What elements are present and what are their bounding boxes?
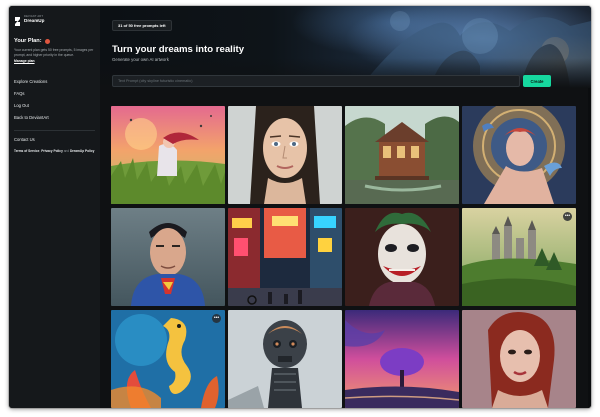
gallery-image-robot[interactable] xyxy=(228,310,342,408)
image-art xyxy=(462,106,576,204)
dreamup-window: DEVIANT ART DreamUp Your Plan: Your curr… xyxy=(9,6,591,408)
image-art xyxy=(345,106,459,204)
legal-links: Terms of Service, Privacy Policy and Dre… xyxy=(14,148,95,153)
text-prompt-input[interactable] xyxy=(112,75,520,87)
gallery-image-woman-red-hair[interactable] xyxy=(462,310,576,408)
gallery-image-castle-on-hill[interactable]: ••• xyxy=(462,208,576,306)
hero-subtitle: Generate your own AI artwork xyxy=(112,57,169,62)
page-scrollbar[interactable] xyxy=(588,88,591,408)
contact-us-link[interactable]: Contact Us xyxy=(14,137,95,142)
gallery-image-seahorse[interactable]: ••• xyxy=(111,310,225,408)
gallery-grid: ••• ••• xyxy=(111,106,578,408)
hero-banner: 31 of 50 free prompts left Turn your dre… xyxy=(100,6,591,88)
legal-and: and xyxy=(63,148,70,153)
sidebar-divider xyxy=(14,129,95,131)
sidebar-nav: Explore Creations FAQs Log Out Back to D… xyxy=(14,76,95,124)
privacy-policy-link[interactable]: Privacy Policy xyxy=(41,149,63,153)
more-options-icon[interactable]: ••• xyxy=(563,212,572,221)
image-art xyxy=(228,208,342,306)
prompts-left-badge: 31 of 50 free prompts left xyxy=(112,20,172,31)
image-art xyxy=(111,106,225,204)
image-art xyxy=(228,106,342,204)
image-art xyxy=(345,208,459,306)
brand-logo[interactable]: DEVIANT ART DreamUp xyxy=(14,15,95,26)
gallery-image-joker[interactable] xyxy=(345,208,459,306)
plan-title: Your Plan: xyxy=(14,38,42,44)
sidebar: DEVIANT ART DreamUp Your Plan: Your curr… xyxy=(9,6,100,408)
nav-item-faqs[interactable]: FAQs xyxy=(14,88,95,100)
nav-item-log-out[interactable]: Log Out xyxy=(14,100,95,112)
gallery-image-girl-in-cornfield[interactable] xyxy=(111,106,225,204)
terms-of-service-link[interactable]: Terms of Service xyxy=(14,149,39,153)
image-art xyxy=(462,208,576,306)
manage-plan-link[interactable]: Manage plan xyxy=(14,59,94,64)
prompt-bar: Create xyxy=(112,75,551,87)
image-art xyxy=(228,310,342,408)
hero-title: Turn your dreams into reality xyxy=(112,44,245,55)
nav-item-back-to-deviantart[interactable]: Back to DeviantArt xyxy=(14,112,95,124)
dreamup-policy-link[interactable]: DreamUp Policy xyxy=(70,149,94,153)
gallery-image-woman-portrait[interactable] xyxy=(228,106,342,204)
deviantart-logo-icon xyxy=(15,17,20,26)
more-options-icon[interactable]: ••• xyxy=(212,314,221,323)
brand-name: DreamUp xyxy=(24,17,45,23)
image-art xyxy=(111,208,225,306)
image-art xyxy=(111,310,225,408)
gallery-image-woman-with-birds[interactable] xyxy=(462,106,576,204)
plan-description: Your current plan gets 50 free prompts, … xyxy=(14,48,94,64)
gallery-image-neon-street[interactable] xyxy=(228,208,342,306)
nav-item-explore-creations[interactable]: Explore Creations xyxy=(14,76,95,88)
image-art xyxy=(345,310,459,408)
plan-description-text: Your current plan gets 50 free prompts, … xyxy=(14,48,94,57)
gallery-image-carousel-house[interactable] xyxy=(345,106,459,204)
plan-badge-icon xyxy=(44,38,50,44)
gallery-image-pink-sky-tree[interactable] xyxy=(345,310,459,408)
create-button[interactable]: Create xyxy=(523,75,551,87)
image-art xyxy=(462,310,576,408)
gallery-image-superman[interactable] xyxy=(111,208,225,306)
plan-header: Your Plan: xyxy=(14,38,95,44)
